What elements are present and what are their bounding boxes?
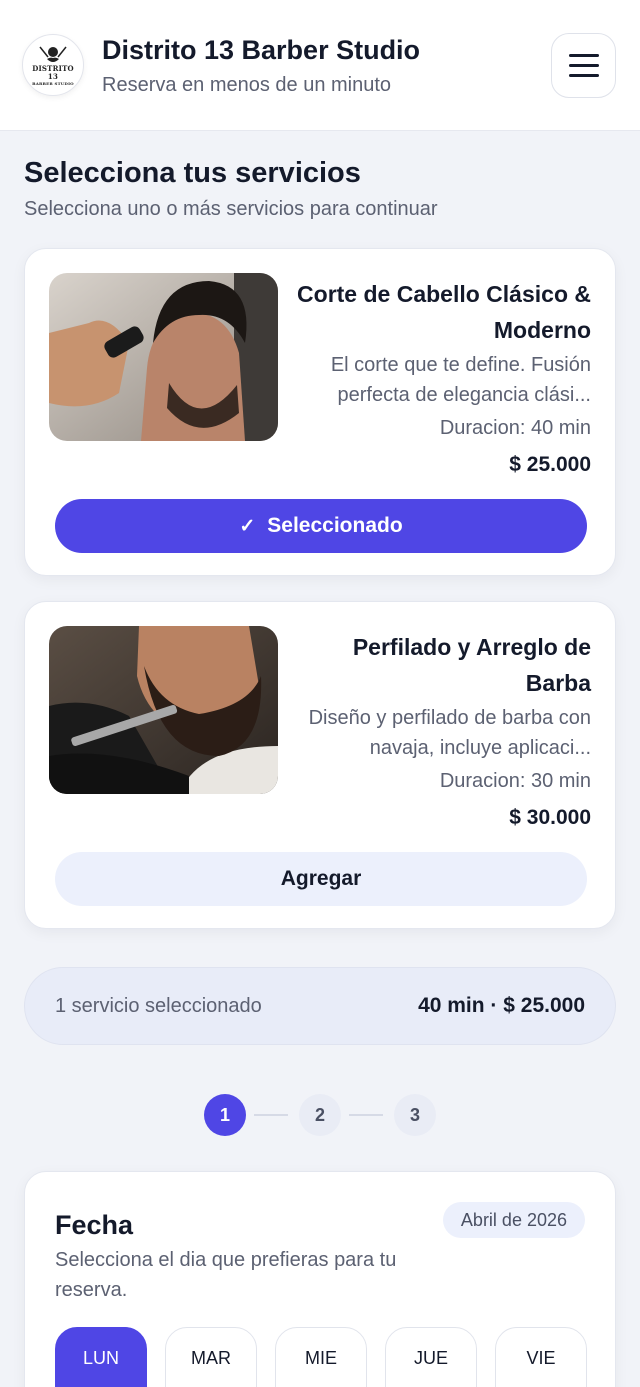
services-subtitle: Selecciona uno o más servicios para cont… (24, 198, 438, 220)
service-photo-haircut (49, 273, 278, 441)
date-title: Fecha (55, 1210, 134, 1240)
step-indicator: 1 2 3 (204, 1094, 436, 1136)
brand-subtitle: Reserva en menos de un minuto (102, 74, 392, 96)
day-vie[interactable]: VIE (495, 1327, 587, 1387)
day-label: MAR (191, 1348, 231, 1368)
barber-emblem-icon (39, 46, 67, 62)
hamburger-menu-icon (568, 54, 599, 57)
menu-button[interactable] (551, 33, 616, 98)
day-mar[interactable]: MAR (165, 1327, 257, 1387)
step-connector (254, 1114, 288, 1116)
service-card[interactable]: Perfilado y Arreglo de Barba Diseño y pe… (24, 601, 616, 929)
logo-emblem: DISTRITO 13 BARBER STUDIO (28, 40, 78, 90)
selected-button-label: Seleccionado (267, 514, 403, 537)
summary-count: 1 servicio seleccionado (55, 995, 262, 1017)
day-label: VIE (526, 1348, 556, 1368)
logo-text: DISTRITO 13 (32, 63, 74, 81)
date-card: Fecha Abril de 2026 Selecciona el dia qu… (24, 1171, 616, 1387)
service-name: Corte de Cabello Clásico & Moderno (297, 281, 591, 343)
selection-summary: 1 servicio seleccionado 40 min · $ 25.00… (24, 967, 616, 1045)
summary-totals: 40 min · $ 25.000 (418, 994, 585, 1017)
service-description: Diseño y perfilado de barba con navaja, … (308, 707, 591, 759)
service-card[interactable]: Corte de Cabello Clásico & Moderno El co… (24, 248, 616, 576)
hamburger-menu-icon-bar (568, 64, 599, 67)
app-header: DISTRITO 13 BARBER STUDIO Distrito 13 Ba… (0, 0, 640, 131)
service-description: El corte que te define. Fusión perfecta … (330, 354, 591, 406)
step-2[interactable]: 2 (299, 1094, 341, 1136)
brand-logo[interactable]: DISTRITO 13 BARBER STUDIO (22, 34, 84, 96)
month-badge: Abril de 2026 (442, 1202, 585, 1238)
day-selector: LUN MAR MIE JUE VIE (55, 1327, 587, 1387)
day-label: LUN (82, 1348, 119, 1368)
selected-button[interactable]: ✓ Seleccionado (55, 499, 587, 553)
step-3[interactable]: 3 (394, 1094, 436, 1136)
service-photo-beard (49, 626, 278, 794)
add-button-label: Agregar (280, 867, 362, 890)
service-price: $ 25.000 (509, 453, 591, 476)
services-title: Selecciona tus servicios (24, 157, 361, 189)
day-label: JUE (413, 1348, 448, 1368)
logo-subtext: BARBER STUDIO (32, 80, 74, 86)
add-button[interactable]: Agregar (55, 852, 587, 906)
step-connector (349, 1114, 383, 1116)
check-icon: ✓ (239, 515, 256, 537)
service-price: $ 30.000 (509, 806, 591, 829)
step-1[interactable]: 1 (204, 1094, 246, 1136)
day-label: MIE (304, 1348, 337, 1368)
service-duration: Duracion: 40 min (439, 417, 591, 439)
day-mie[interactable]: MIE (275, 1327, 367, 1387)
service-name: Perfilado y Arreglo de Barba (352, 634, 591, 696)
service-duration: Duracion: 30 min (439, 770, 591, 792)
date-subtitle: Selecciona el dia que prefieras para tu … (55, 1249, 397, 1301)
brand-title: Distrito 13 Barber Studio (102, 35, 421, 65)
hamburger-menu-icon-bar (568, 74, 599, 77)
day-jue[interactable]: JUE (385, 1327, 477, 1387)
day-lun[interactable]: LUN (55, 1327, 147, 1387)
